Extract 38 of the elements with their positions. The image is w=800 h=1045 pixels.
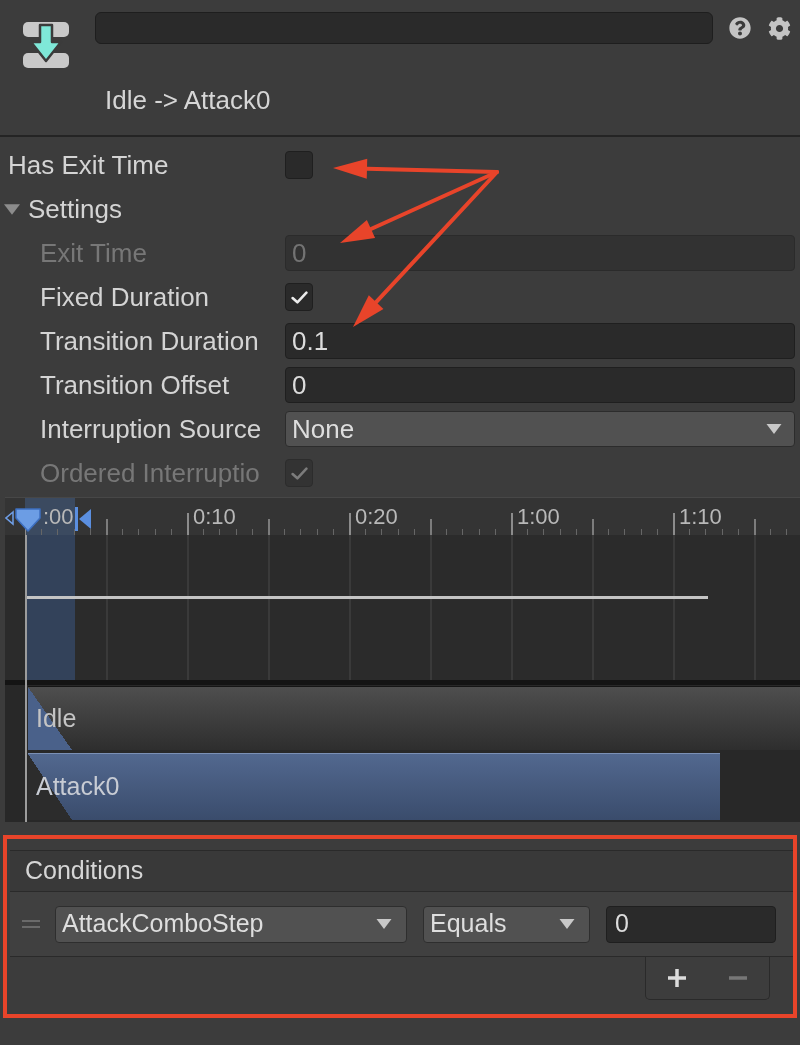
drag-handle-icon[interactable] xyxy=(22,920,40,928)
check-icon xyxy=(290,466,308,480)
time-label: :00 xyxy=(43,504,74,530)
transition-icon xyxy=(22,20,70,68)
time-label: 1:00 xyxy=(517,504,560,530)
caret-icon xyxy=(559,919,575,929)
field-label: Has Exit Time xyxy=(8,150,169,180)
plus-icon xyxy=(666,968,687,988)
time-label: 1:10 xyxy=(679,504,722,530)
number-field[interactable]: 0 xyxy=(285,367,795,403)
time-label: 0:20 xyxy=(355,504,398,530)
caret-icon xyxy=(376,919,392,929)
transition-end-marker-icon[interactable] xyxy=(75,507,91,531)
transition-title: Idle -> Attack0 xyxy=(105,85,271,115)
help-icon[interactable] xyxy=(729,17,751,39)
caret-icon xyxy=(4,202,20,216)
name-field[interactable] xyxy=(95,12,713,44)
number-field[interactable]: 0.1 xyxy=(285,323,795,359)
time-label: 0:10 xyxy=(193,504,236,530)
field-label: Ordered Interruptio xyxy=(40,458,260,488)
check-icon xyxy=(290,290,308,304)
parameter-dropdown[interactable]: AttackComboStep xyxy=(55,905,407,943)
caret-icon xyxy=(766,424,782,434)
field-label: Transition Offset xyxy=(40,370,230,400)
playhead-marker-icon[interactable] xyxy=(5,506,41,532)
field-label: Transition Duration xyxy=(40,326,259,356)
settings-icon[interactable] xyxy=(768,16,791,40)
field-label: Fixed Duration xyxy=(40,282,210,312)
field-label: Interruption Source xyxy=(40,414,262,444)
dropdown[interactable]: None xyxy=(285,411,795,447)
mode-dropdown[interactable]: Equals xyxy=(423,905,590,943)
value-field[interactable]: 0 xyxy=(606,905,776,943)
checkbox[interactable] xyxy=(285,151,313,179)
foldout-header[interactable]: Settings xyxy=(0,194,122,224)
checkbox[interactable] xyxy=(285,283,313,311)
minus-icon xyxy=(728,976,749,980)
field-label: Exit Time xyxy=(40,238,147,268)
list-title: Conditions xyxy=(25,855,144,887)
